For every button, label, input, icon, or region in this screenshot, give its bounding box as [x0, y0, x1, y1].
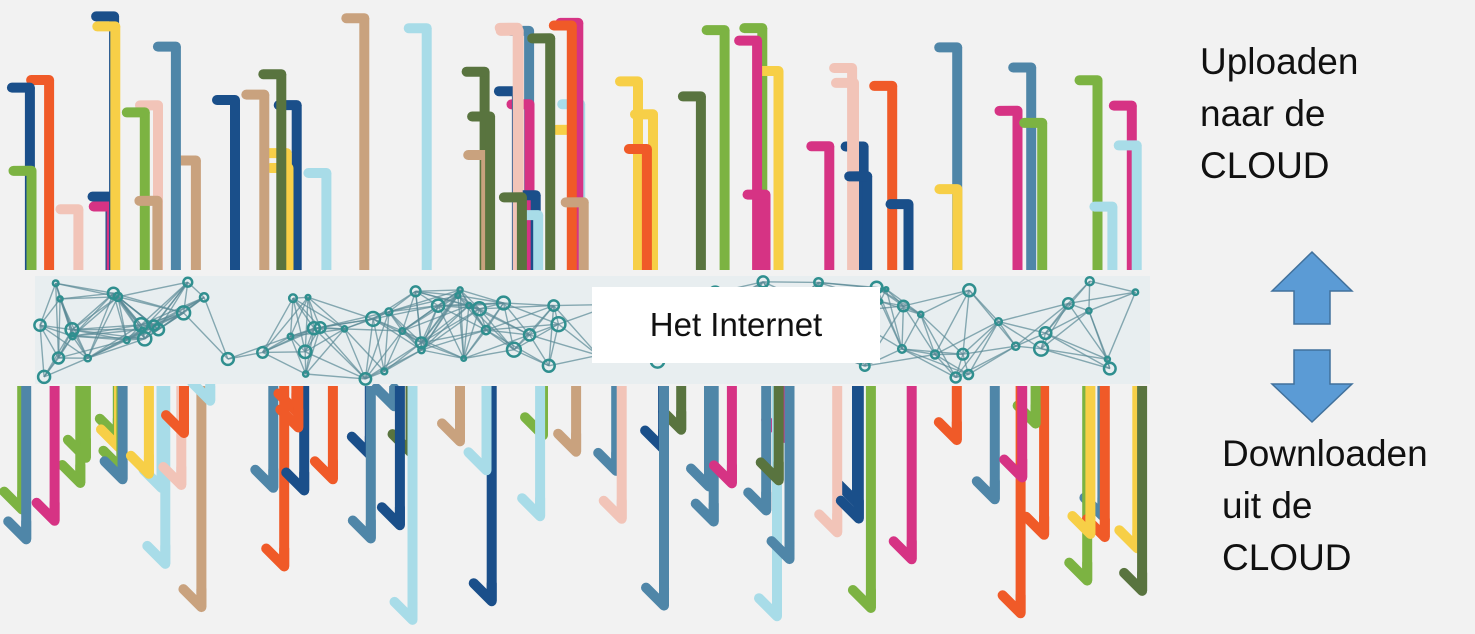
internet-label: Het Internet — [592, 287, 880, 363]
down-arrow-mark — [1064, 386, 1093, 586]
upward-arrows-group — [6, 11, 1142, 270]
down-arrow-mark — [814, 386, 843, 538]
up-arrow-mark — [121, 107, 150, 270]
down-arrow-mark — [57, 386, 86, 488]
download-line-2: uit de — [1222, 485, 1313, 526]
upload-line-2: naar de — [1200, 93, 1326, 134]
down-arrow-mark — [31, 386, 60, 526]
down-arrow-mark — [999, 386, 1028, 483]
up-arrow-mark — [1074, 75, 1103, 270]
up-arrow-mark — [55, 204, 84, 270]
down-arrow-mark — [347, 386, 376, 544]
up-arrow-icon — [1270, 250, 1354, 325]
down-arrow-mark — [888, 386, 917, 565]
down-arrow-mark — [0, 386, 28, 515]
up-arrow-mark — [303, 168, 332, 270]
up-arrow-mark — [8, 165, 37, 270]
up-arrow-mark — [615, 76, 644, 270]
up-arrow-mark — [806, 141, 835, 270]
up-arrow-mark — [548, 20, 577, 270]
down-arrow-mark — [309, 386, 338, 485]
up-arrow-mark — [734, 35, 763, 270]
up-arrow-mark — [994, 105, 1023, 270]
side-arrows-group — [1270, 250, 1354, 424]
down-arrow-mark — [371, 383, 400, 412]
up-arrow-mark — [241, 89, 270, 270]
down-arrow-mark — [686, 386, 715, 492]
up-arrow-mark — [934, 184, 963, 270]
download-line-1: Downloaden — [1222, 433, 1428, 474]
up-arrow-mark — [677, 91, 706, 270]
down-arrow-mark — [517, 386, 546, 522]
down-arrow-mark — [250, 386, 279, 493]
down-arrow-mark — [641, 386, 670, 611]
download-caption: Downloaden uit de CLOUD — [1222, 428, 1428, 584]
up-arrow-mark — [701, 25, 730, 270]
up-arrow-mark — [341, 13, 370, 270]
down-arrow-mark — [187, 377, 216, 406]
upload-caption: Uploaden naar de CLOUD — [1200, 36, 1358, 192]
up-arrow-mark — [403, 23, 432, 270]
downward-arrows-group — [0, 377, 1148, 625]
up-arrow-mark — [88, 201, 117, 270]
down-arrow-mark — [743, 386, 772, 516]
cloud-diagram: Het Internet Uploaden naar de CLOUD Down… — [0, 0, 1475, 634]
down-arrow-mark — [463, 386, 492, 476]
up-arrow-mark — [494, 22, 523, 270]
upload-line-3: CLOUD — [1200, 145, 1330, 186]
down-arrow-mark — [1114, 386, 1143, 554]
down-arrow-mark — [1067, 386, 1096, 539]
down-arrow-mark — [593, 386, 622, 476]
download-line-3: CLOUD — [1222, 537, 1352, 578]
down-arrow-mark — [553, 386, 582, 457]
down-arrow-mark — [125, 386, 154, 479]
down-arrow-mark — [933, 386, 962, 446]
up-arrow-mark — [869, 80, 898, 270]
down-arrow-mark — [971, 386, 1000, 505]
down-arrow-mark — [437, 386, 466, 447]
up-arrow-mark — [212, 95, 241, 270]
down-arrow-icon — [1270, 349, 1354, 424]
upload-line-1: Uploaden — [1200, 41, 1359, 82]
up-arrow-mark — [463, 150, 492, 270]
